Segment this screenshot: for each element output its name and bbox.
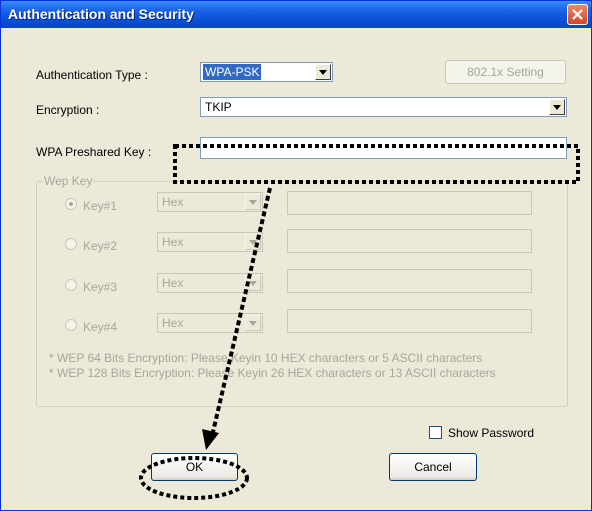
annotation-arrow-head xyxy=(202,429,219,450)
ok-button-highlight xyxy=(139,456,249,500)
annotation-overlay xyxy=(139,144,580,500)
preshared-key-highlight xyxy=(173,144,580,184)
annotation-arrow-shaft xyxy=(211,187,272,433)
